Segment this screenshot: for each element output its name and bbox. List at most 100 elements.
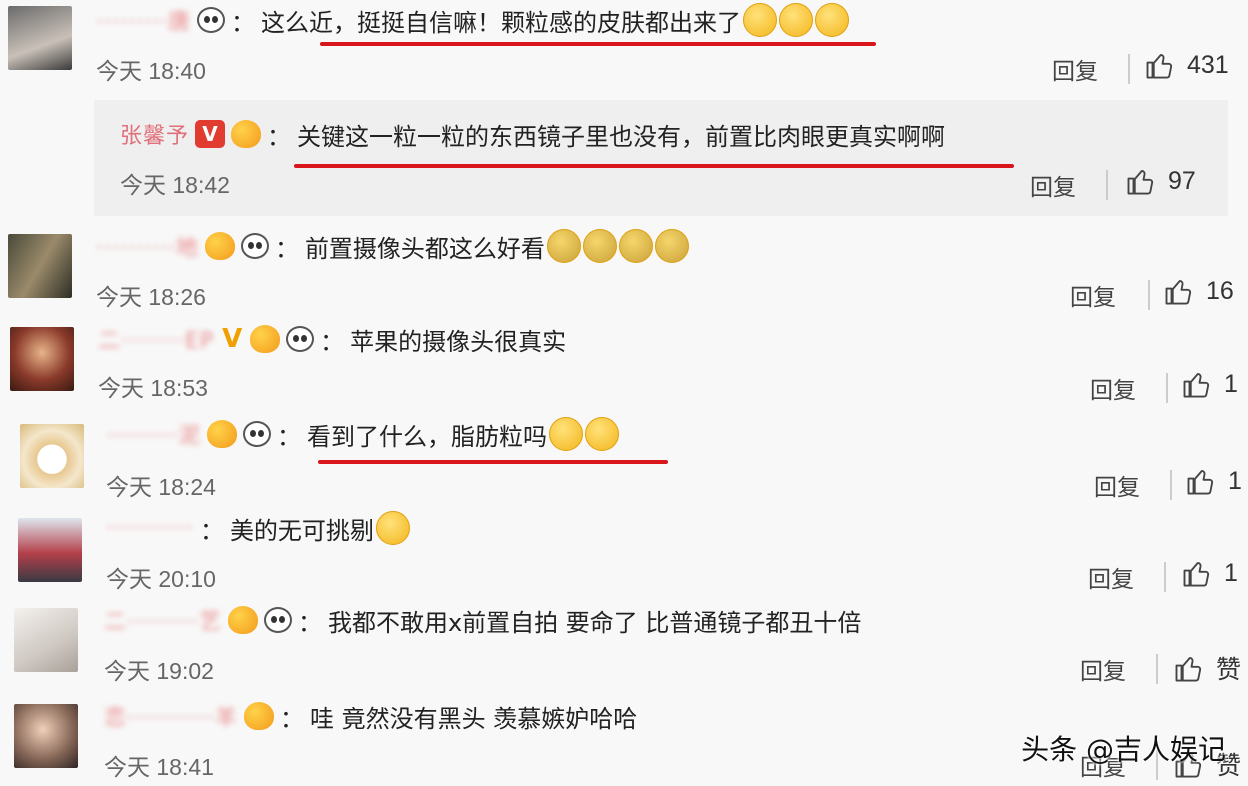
like-button[interactable]: 赞 xyxy=(1174,650,1241,686)
highlight-underline xyxy=(320,42,876,46)
username[interactable]: ··········· xyxy=(106,516,194,541)
like-button[interactable]: 431 xyxy=(1145,50,1229,80)
sweat-emoji-icon xyxy=(654,229,689,263)
avatar[interactable] xyxy=(18,518,82,582)
avatar[interactable] xyxy=(10,327,74,391)
like-button[interactable]: 1 xyxy=(1182,369,1238,399)
divider xyxy=(1164,562,1166,592)
highlight-underline xyxy=(294,164,1014,168)
member-badge-icon xyxy=(243,702,274,730)
username[interactable]: ··········地 xyxy=(96,230,199,262)
reply-button[interactable]: 回复 xyxy=(1070,278,1116,312)
username[interactable]: 张馨予 xyxy=(120,118,189,150)
thumbs-up-icon xyxy=(1146,54,1173,79)
like-label: 赞 xyxy=(1216,656,1242,684)
cry-laugh-emoji-icon xyxy=(548,417,583,451)
colon: ： xyxy=(230,8,255,37)
panda-icon xyxy=(242,421,271,447)
avatar[interactable] xyxy=(14,704,78,768)
colon: ： xyxy=(267,122,292,151)
reply-button[interactable]: 回复 xyxy=(1088,560,1134,594)
comment-text: 美的无可挑剔 xyxy=(229,516,374,545)
highlight-underline xyxy=(318,460,668,464)
thumbs-up-icon xyxy=(1127,170,1154,195)
timestamp: 今天 18:42 xyxy=(120,172,230,198)
member-badge-icon xyxy=(204,232,235,260)
thumbs-up-icon xyxy=(1187,470,1214,495)
comment-item: ··········· ： 美的无可挑剔 今天 20:10 回复 1 xyxy=(0,510,1248,602)
laugh-emoji-icon xyxy=(742,3,777,37)
like-count: 1 xyxy=(1224,558,1238,587)
comment-item: 二········EP V ： 苹果的摄像头很真实 今天 18:53 回复 1 xyxy=(0,317,1248,412)
heart-eyes-emoji-icon xyxy=(375,511,410,545)
timestamp: 今天 19:02 xyxy=(104,658,214,684)
thumbs-up-icon xyxy=(1165,280,1192,305)
timestamp: 今天 18:26 xyxy=(96,284,206,310)
timestamp: 今天 18:24 xyxy=(106,474,216,500)
avatar[interactable] xyxy=(8,6,72,70)
comment-item: 二·········艺 ： 我都不敢用x前置自拍 要命了 比普通镜子都丑十倍 今… xyxy=(0,600,1248,692)
like-button[interactable]: 97 xyxy=(1126,166,1196,196)
comment-item: 张馨予 V ： 关键这一粒一粒的东西镜子里也没有，前置比肉眼更真实啊啊 今天 1… xyxy=(0,100,1248,216)
thumbs-up-icon xyxy=(1183,562,1210,587)
sweat-emoji-icon xyxy=(546,229,581,263)
comment-text: 看到了什么，脂肪粒吗 xyxy=(306,422,547,451)
divider xyxy=(1166,373,1168,403)
comment-text: 关键这一粒一粒的东西镜子里也没有，前置比肉眼更真实啊啊 xyxy=(297,122,946,151)
cry-laugh-emoji-icon xyxy=(584,417,619,451)
avatar[interactable] xyxy=(8,234,72,298)
laugh-emoji-icon xyxy=(778,3,813,37)
member-badge-icon xyxy=(231,120,262,148)
divider xyxy=(1106,170,1108,200)
like-count: 97 xyxy=(1168,166,1196,195)
divider xyxy=(1148,280,1150,310)
like-button[interactable]: 16 xyxy=(1164,276,1234,306)
thumbs-up-icon xyxy=(1175,657,1202,682)
avatar[interactable] xyxy=(14,608,78,672)
timestamp: 今天 18:53 xyxy=(98,375,208,401)
username[interactable]: 二·········艺 xyxy=(104,604,222,636)
colon: ： xyxy=(279,704,304,733)
watermark: 头条 @吉人娱记 xyxy=(1021,733,1226,766)
verified-badge-icon: V xyxy=(195,120,226,148)
avatar[interactable] xyxy=(20,424,84,488)
comment-item: ·········唐 ： 这么近，挺挺自信嘛！颗粒感的皮肤都出来了 今天 18:… xyxy=(0,0,1248,100)
colon: ： xyxy=(297,608,322,637)
comment-item: ··········地 ： 前置摄像头都这么好看 今天 18:26 回复 16 xyxy=(0,222,1248,317)
colon: ： xyxy=(274,234,299,263)
like-button[interactable]: 1 xyxy=(1186,466,1242,496)
reply-button[interactable]: 回复 xyxy=(1094,468,1140,502)
username[interactable]: 二········EP xyxy=(98,323,214,355)
member-badge-icon xyxy=(250,325,281,353)
like-count: 431 xyxy=(1187,50,1229,79)
comment-text: 这么近，挺挺自信嘛！颗粒感的皮肤都出来了 xyxy=(260,8,741,37)
colon: ： xyxy=(199,516,224,545)
like-button[interactable]: 1 xyxy=(1182,558,1238,588)
username[interactable]: 恋···········羊 xyxy=(104,700,238,732)
member-badge-icon xyxy=(227,606,258,634)
like-count: 1 xyxy=(1224,369,1238,398)
username[interactable]: ·········泥 xyxy=(106,418,201,450)
colon: ： xyxy=(276,422,301,451)
thumbs-up-icon xyxy=(1183,373,1210,398)
timestamp: 今天 18:41 xyxy=(104,754,214,780)
laugh-emoji-icon xyxy=(814,3,849,37)
comment-text: 苹果的摄像头很真实 xyxy=(350,327,567,356)
sweat-emoji-icon xyxy=(582,229,617,263)
panda-icon xyxy=(263,607,292,633)
divider xyxy=(1156,654,1158,684)
reply-button[interactable]: 回复 xyxy=(1080,652,1126,686)
comment-text: 前置摄像头都这么好看 xyxy=(304,234,545,263)
reply-button[interactable]: 回复 xyxy=(1090,371,1136,405)
reply-button[interactable]: 回复 xyxy=(1052,52,1098,86)
reply-button[interactable]: 回复 xyxy=(1030,168,1076,202)
panda-icon xyxy=(240,233,269,259)
comment-text: 我都不敢用x前置自拍 要命了 比普通镜子都丑十倍 xyxy=(327,608,862,637)
comment-text: 哇 竟然没有黑头 羡慕嫉妒哈哈 xyxy=(309,704,638,733)
like-count: 16 xyxy=(1206,276,1234,305)
timestamp: 今天 18:40 xyxy=(96,58,206,84)
member-badge-icon xyxy=(206,420,237,448)
sweat-emoji-icon xyxy=(618,229,653,263)
like-count: 1 xyxy=(1228,466,1242,495)
username[interactable]: ·········唐 xyxy=(96,4,191,36)
